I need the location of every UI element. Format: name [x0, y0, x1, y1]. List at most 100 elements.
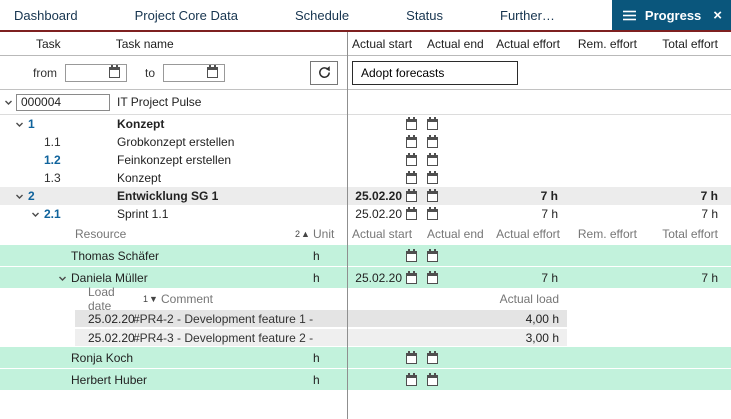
calendar-icon[interactable] — [406, 251, 417, 262]
total-effort-column-header[interactable]: Total effort — [645, 227, 731, 241]
task-name-column-header[interactable]: Task name — [116, 37, 174, 51]
calendar-icon[interactable] — [427, 251, 438, 262]
tab-status[interactable]: Status — [406, 0, 443, 30]
table-row-task: 1 Konzept — [0, 115, 731, 133]
to-date-value[interactable] — [167, 67, 207, 79]
close-icon[interactable]: × — [713, 8, 722, 23]
load-comment: #PR4-3 - Development feature 2 - — [133, 331, 487, 345]
calendar-icon[interactable] — [406, 273, 417, 284]
from-label: from — [33, 66, 57, 80]
adopt-forecasts-button[interactable]: Adopt forecasts — [352, 61, 518, 85]
calendar-icon[interactable] — [406, 119, 417, 130]
task-number-link[interactable]: 2.1 — [44, 207, 61, 221]
task-name: Sprint 1.1 — [117, 207, 168, 221]
calendar-icon[interactable] — [406, 137, 417, 148]
from-date-value[interactable] — [69, 67, 109, 79]
table-row-task: 2 Entwicklung SG 1 25.02.20 7 h 7 h — [0, 187, 731, 205]
task-number-link[interactable]: 1.2 — [44, 153, 61, 167]
table-row-project: 000004 IT Project Pulse — [0, 90, 731, 115]
resource-column-header[interactable]: Resource — [0, 227, 295, 241]
total-effort-value: 7 h — [701, 189, 718, 203]
project-number-input[interactable]: 000004 — [16, 94, 110, 111]
load-date-column-header[interactable]: Load date 1▼ — [75, 285, 161, 313]
unit-column-header[interactable]: Unit — [313, 227, 347, 241]
task-name: Grobkonzept erstellen — [117, 135, 234, 149]
total-effort-column-header[interactable]: Total effort — [645, 37, 731, 51]
tab-dashboard[interactable]: Dashboard — [14, 0, 78, 30]
column-header-row: Task Task name Actual start Actual end A… — [0, 32, 731, 56]
table-row-task: 1.1 Grobkonzept erstellen — [0, 133, 731, 151]
chevron-down-icon[interactable] — [4, 98, 13, 107]
task-name: Konzept — [117, 171, 161, 185]
tab-bar: Dashboard Project Core Data Schedule Sta… — [0, 0, 731, 30]
calendar-icon[interactable] — [427, 119, 438, 130]
task-name: Entwicklung SG 1 — [117, 189, 218, 203]
resource-name: Thomas Schäfer — [71, 249, 159, 263]
calendar-icon[interactable] — [427, 353, 438, 364]
tab-further[interactable]: Further… — [500, 0, 555, 30]
resource-name: Daniela Müller — [71, 271, 148, 285]
task-column-header[interactable]: Task — [36, 37, 61, 51]
chevron-down-icon[interactable] — [31, 210, 40, 219]
tab-schedule[interactable]: Schedule — [295, 0, 349, 30]
task-number-link[interactable]: 2 — [28, 189, 35, 203]
actual-start-value: 25.02.20 — [355, 207, 402, 221]
task-number-link[interactable]: 1 — [28, 117, 35, 131]
actual-effort-column-header[interactable]: Actual effort — [488, 227, 566, 241]
actual-start-column-header[interactable]: Actual start — [347, 37, 424, 51]
actual-start-value: 25.02.20 — [355, 189, 402, 203]
load-value: 4,00 h — [487, 312, 567, 326]
calendar-icon[interactable] — [427, 155, 438, 166]
task-number[interactable]: 1.1 — [44, 135, 61, 149]
from-date-input[interactable] — [65, 64, 127, 82]
calendar-icon[interactable] — [406, 209, 417, 220]
actual-effort-value: 7 h — [541, 189, 558, 203]
actual-end-column-header[interactable]: Actual end — [424, 227, 488, 241]
rem-effort-column-header[interactable]: Rem. effort — [566, 37, 645, 51]
unit-value: h — [313, 271, 347, 285]
table-row-task: 2.1 Sprint 1.1 25.02.20 7 h 7 h — [0, 205, 731, 223]
calendar-icon[interactable] — [427, 209, 438, 220]
chevron-down-icon[interactable] — [15, 192, 24, 201]
calendar-icon[interactable] — [406, 173, 417, 184]
unit-value: h — [313, 373, 347, 387]
calendar-icon[interactable] — [207, 67, 218, 78]
project-name: IT Project Pulse — [117, 95, 201, 109]
pane-divider — [347, 32, 348, 419]
unit-value: h — [313, 351, 347, 365]
refresh-button[interactable] — [310, 61, 338, 85]
calendar-icon[interactable] — [406, 191, 417, 202]
chevron-down-icon[interactable] — [15, 120, 24, 129]
calendar-icon[interactable] — [406, 155, 417, 166]
actual-effort-value: 7 h — [541, 207, 558, 221]
tab-project-core-data[interactable]: Project Core Data — [135, 0, 238, 30]
to-date-input[interactable] — [163, 64, 225, 82]
actual-start-column-header[interactable]: Actual start — [347, 227, 424, 241]
load-header-row: Load date 1▼ Comment Actual load — [0, 289, 731, 309]
calendar-icon[interactable] — [406, 375, 417, 386]
actual-load-column-header[interactable]: Actual load — [487, 292, 567, 306]
total-effort-value: 7 h — [701, 271, 718, 285]
calendar-icon[interactable] — [427, 375, 438, 386]
calendar-icon[interactable] — [427, 191, 438, 202]
actual-effort-column-header[interactable]: Actual effort — [488, 37, 566, 51]
calendar-icon[interactable] — [109, 67, 120, 78]
calendar-icon[interactable] — [427, 173, 438, 184]
load-comment: #PR4-2 - Development feature 1 - — [133, 312, 487, 326]
actual-end-column-header[interactable]: Actual end — [424, 37, 488, 51]
list-icon — [623, 10, 636, 21]
table-row-load: 25.02.20 #PR4-2 - Development feature 1 … — [0, 309, 731, 328]
calendar-icon[interactable] — [427, 273, 438, 284]
calendar-icon[interactable] — [427, 137, 438, 148]
table-row-load: 25.02.20 #PR4-3 - Development feature 2 … — [0, 328, 731, 347]
rem-effort-column-header[interactable]: Rem. effort — [566, 227, 645, 241]
chevron-down-icon[interactable] — [58, 274, 67, 283]
calendar-icon[interactable] — [406, 353, 417, 364]
tab-progress[interactable]: Progress × — [612, 0, 731, 30]
load-date-value: 25.02.20 — [75, 331, 133, 345]
actual-start-value: 25.02.20 — [355, 271, 402, 285]
comment-column-header[interactable]: Comment — [161, 292, 487, 306]
table-row-resource: Herbert Huber h — [0, 369, 731, 391]
task-number[interactable]: 1.3 — [44, 171, 61, 185]
sort-indicator-secondary: 2▲ — [295, 229, 313, 239]
